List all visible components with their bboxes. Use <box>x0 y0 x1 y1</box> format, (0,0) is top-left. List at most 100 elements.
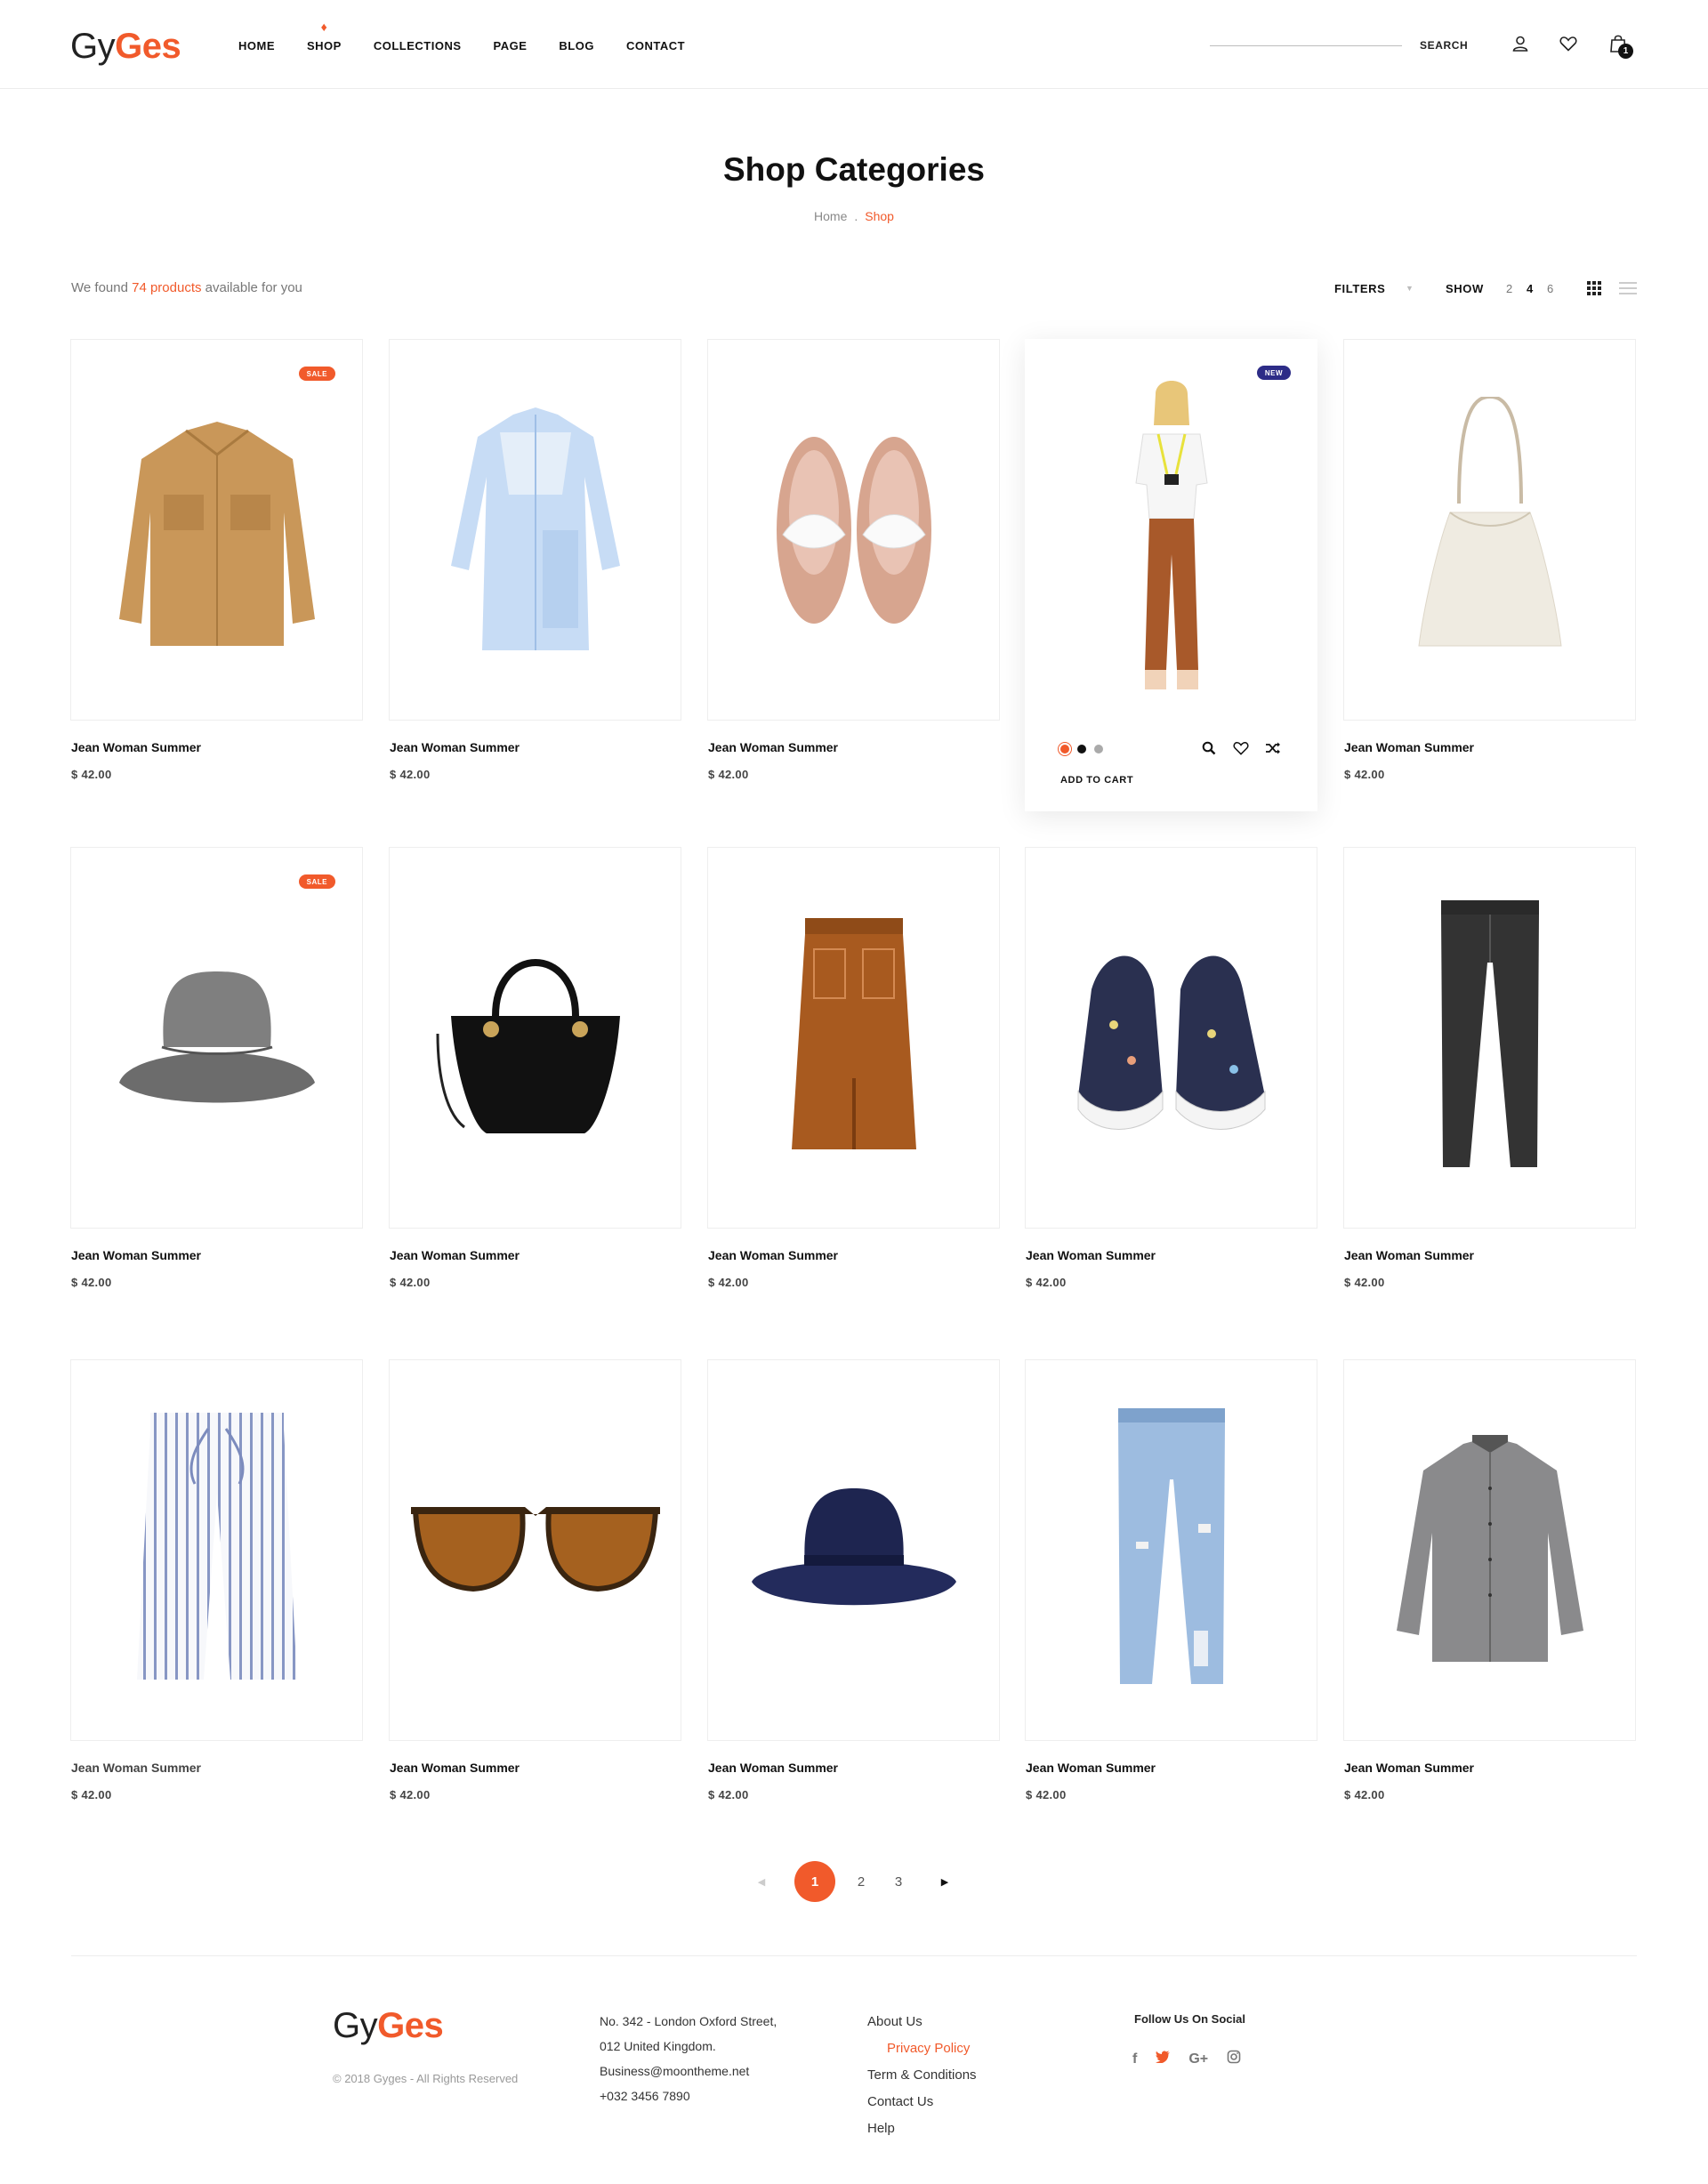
nav-shop[interactable]: ♦ SHOP <box>307 20 342 52</box>
results-count: We found 74 products available for you <box>71 280 302 295</box>
nav-contact[interactable]: CONTACT <box>626 39 685 52</box>
skirt-rust-icon <box>791 917 916 1149</box>
prev-page-icon[interactable]: ◀ <box>753 1861 770 1902</box>
product-name[interactable]: Jean Woman Summer <box>1344 1248 1474 1262</box>
wishlist-icon[interactable] <box>1557 32 1580 55</box>
product-image[interactable] <box>707 847 1000 1229</box>
page-1[interactable]: 1 <box>794 1861 835 1902</box>
twitter-icon[interactable] <box>1156 2051 1171 2067</box>
product-name[interactable]: Jean Woman Summer <box>1026 1248 1156 1262</box>
quick-view-icon[interactable] <box>1200 739 1218 757</box>
cart-icon[interactable]: 1 <box>1607 32 1633 59</box>
filters-button[interactable]: FILTERS <box>1334 282 1385 295</box>
product-name[interactable]: Jean Woman Summer <box>71 1248 201 1262</box>
swatch-black[interactable] <box>1077 745 1086 754</box>
product-price: $ 42.00 <box>390 1788 431 1801</box>
product-image[interactable]: SALE <box>70 847 363 1229</box>
product-image[interactable] <box>70 1359 363 1741</box>
wishlist-icon[interactable] <box>1232 739 1250 757</box>
nav-home[interactable]: HOME <box>238 39 275 52</box>
product-name[interactable]: Jean Woman Summer <box>1344 1761 1474 1775</box>
product-image[interactable] <box>389 847 681 1229</box>
product-image[interactable] <box>707 1359 1000 1741</box>
product-price: $ 42.00 <box>71 1276 112 1289</box>
compare-shuffle-icon[interactable] <box>1264 739 1282 757</box>
product-image[interactable]: NEW <box>1025 339 1317 721</box>
address-line: 012 United Kingdom. <box>600 2039 716 2053</box>
product-price: $ 42.00 <box>708 1788 749 1801</box>
show-option-6[interactable]: 6 <box>1547 282 1553 295</box>
product-image[interactable] <box>1343 847 1636 1229</box>
show-option-4[interactable]: 4 <box>1527 282 1533 295</box>
footer-link-about[interactable]: About Us <box>867 2009 977 2035</box>
new-badge: NEW <box>1256 366 1291 380</box>
black-jeans-icon <box>1440 899 1539 1167</box>
breadcrumb: Home. Shop <box>0 209 1708 223</box>
product-name[interactable]: Jean Woman Summer <box>71 1761 201 1775</box>
instagram-icon[interactable] <box>1227 2050 1241 2068</box>
product-name[interactable]: Jean Woman Summer <box>390 1761 520 1775</box>
add-to-cart-button[interactable]: ADD TO CART <box>1060 775 1133 786</box>
product-name[interactable]: Jean Woman Summer <box>390 1248 520 1262</box>
phone: +032 3456 7890 <box>600 2089 690 2103</box>
footer-link-privacy[interactable]: Privacy Policy <box>867 2035 977 2062</box>
page-3[interactable]: 3 <box>890 1861 907 1902</box>
nav-blog[interactable]: BLOG <box>559 39 594 52</box>
swatch-grey[interactable] <box>1094 745 1103 754</box>
footer-link-help[interactable]: Help <box>867 2115 977 2142</box>
breadcrumb-home[interactable]: Home <box>814 209 847 223</box>
product-name[interactable]: Jean Woman Summer <box>390 740 520 754</box>
list-view-icon[interactable] <box>1619 282 1637 298</box>
footer-link-terms[interactable]: Term & Conditions <box>867 2062 977 2089</box>
cart-count-badge: 1 <box>1618 44 1633 59</box>
search-button[interactable]: SEARCH <box>1420 39 1468 52</box>
nav-collections[interactable]: COLLECTIONS <box>374 39 462 52</box>
grey-shirt-icon <box>1396 1434 1583 1662</box>
product-image[interactable]: SALE <box>70 339 363 721</box>
sneakers-floral-icon <box>1077 955 1265 1130</box>
search-input[interactable] <box>1210 45 1402 46</box>
product-name[interactable]: Jean Woman Summer <box>1344 740 1474 754</box>
product-price: $ 42.00 <box>1344 768 1385 781</box>
next-page-icon[interactable]: ▶ <box>936 1861 954 1902</box>
sale-badge: SALE <box>298 367 335 381</box>
product-name[interactable]: Jean Woman Summer <box>708 1761 838 1775</box>
pagination: ◀ 1 2 3 ▶ <box>0 1861 1708 1902</box>
user-icon[interactable] <box>1509 32 1532 55</box>
product-image[interactable] <box>389 1359 681 1741</box>
product-image[interactable] <box>707 339 1000 721</box>
facebook-icon[interactable]: f <box>1132 2051 1137 2067</box>
product-actions <box>1200 739 1282 757</box>
product-name[interactable]: Jean Woman Summer <box>1026 1761 1156 1775</box>
product-image[interactable] <box>1025 847 1317 1229</box>
product-name[interactable]: Jean Woman Summer <box>708 1248 838 1262</box>
swatch-orange[interactable] <box>1060 745 1069 754</box>
product-price: $ 42.00 <box>390 768 431 781</box>
product-name[interactable]: Jean Woman Summer <box>708 740 838 754</box>
grid-view-icon[interactable] <box>1587 281 1601 295</box>
flame-icon: ♦ <box>320 20 328 34</box>
product-price: $ 42.00 <box>71 768 112 781</box>
product-image[interactable] <box>389 339 681 721</box>
google-plus-icon[interactable]: G+ <box>1188 2051 1208 2067</box>
product-image[interactable] <box>1025 1359 1317 1741</box>
page-2[interactable]: 2 <box>852 1861 870 1902</box>
footer-link-contact[interactable]: Contact Us <box>867 2089 977 2115</box>
logo[interactable]: GyGes <box>70 25 181 68</box>
social-links: f G+ <box>1132 2050 1241 2068</box>
product-price: $ 42.00 <box>390 1276 431 1289</box>
show-option-2[interactable]: 2 <box>1506 282 1512 295</box>
email[interactable]: Business@moontheme.net <box>600 2059 777 2083</box>
product-name[interactable]: Jean Woman Summer <box>71 740 201 754</box>
footer-logo[interactable]: GyGes <box>333 2004 444 2047</box>
social-title: Follow Us On Social <box>1134 2012 1245 2026</box>
nav-page[interactable]: PAGE <box>494 39 528 52</box>
product-price: $ 42.00 <box>708 768 749 781</box>
site-header: GyGes HOME ♦ SHOP COLLECTIONS PAGE BLOG C… <box>0 0 1708 89</box>
product-image[interactable] <box>1343 339 1636 721</box>
fedora-hat-icon <box>751 1487 956 1605</box>
product-image[interactable] <box>1343 1359 1636 1741</box>
breadcrumb-current: Shop <box>865 209 894 223</box>
caret-down-icon[interactable]: ▼ <box>1406 284 1414 293</box>
product-card-hover[interactable]: NEW ADD TO CART <box>1025 339 1317 811</box>
